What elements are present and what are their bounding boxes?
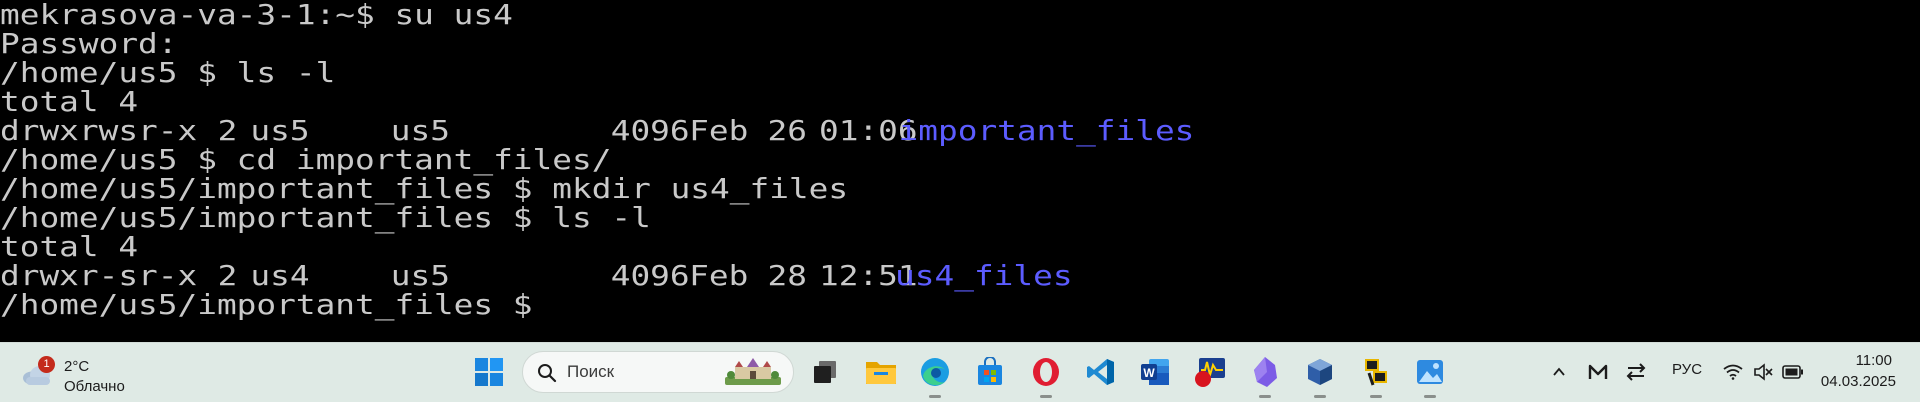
word-icon: W — [1141, 359, 1169, 385]
file-explorer-button[interactable] — [861, 352, 901, 392]
weather-widget[interactable]: 1 2°C Облачно — [18, 351, 138, 395]
terminal-line: mekrasova-va-3-1:~$ su us4 — [0, 0, 513, 31]
running-indicator — [1259, 395, 1271, 398]
edge-button[interactable] — [915, 352, 955, 398]
running-indicator — [1370, 395, 1382, 398]
volume-button[interactable] — [1748, 357, 1778, 387]
start-button[interactable] — [469, 352, 509, 392]
listing-group: us5 — [390, 114, 450, 147]
transfer-arrows-icon — [1626, 363, 1646, 381]
opera-button[interactable] — [1026, 352, 1066, 398]
file-explorer-icon — [866, 362, 896, 384]
virtualbox-icon — [1308, 359, 1332, 385]
clock-time[interactable]: 11:00 — [1826, 352, 1892, 369]
photos-button[interactable] — [1410, 352, 1450, 398]
listing-size: 4096 — [610, 114, 690, 147]
listing-row: drwxr-sr-x 2 us4 us5 4096 Feb 28 12:51 u… — [0, 261, 1920, 290]
terminal-line: total 4 — [0, 230, 139, 263]
listing-links: 2 — [217, 114, 238, 147]
svg-text:W: W — [1143, 366, 1155, 380]
weather-temperature: 2°C — [64, 358, 90, 375]
wifi-icon — [1723, 364, 1743, 380]
taskbar-search[interactable]: Поиск — [522, 351, 794, 393]
listing-group: us5 — [390, 259, 450, 292]
photos-icon — [1417, 360, 1443, 384]
listing-name: us4_files — [895, 259, 1073, 292]
listing-month: Feb — [689, 114, 749, 147]
task-view-button[interactable] — [805, 352, 845, 392]
command-prompt[interactable]: /home/us5/important_files $ — [0, 290, 533, 319]
terminal-window[interactable]: mekrasova-va-3-1:~$ su us4 Password: /ho… — [0, 0, 1920, 342]
terminal-line: total 4 — [0, 85, 139, 118]
monitor-app-button[interactable] — [1190, 352, 1230, 392]
microsoft-store-icon — [978, 357, 1002, 385]
taskbar: 1 2°C Облачно Поиск W РУС 11:00 04.03.20… — [0, 342, 1920, 402]
listing-day: 28 — [767, 259, 807, 292]
speaker-muted-icon — [1754, 363, 1773, 381]
listing-owner: us4 — [250, 259, 310, 292]
search-icon — [538, 364, 557, 383]
task-view-icon — [814, 361, 836, 383]
putty-icon — [1365, 359, 1387, 386]
terminal-line: /home/us5 $ cd important_files/ — [0, 143, 612, 176]
virtualbox-button[interactable] — [1300, 352, 1340, 398]
equalizer-icon — [1588, 364, 1608, 379]
running-indicator — [1424, 395, 1436, 398]
terminal-line: /home/us5 $ ls -l — [0, 56, 336, 89]
monitor-app-icon — [1195, 358, 1225, 387]
terminal-line: /home/us5/important_files $ mkdir us4_fi… — [0, 172, 849, 205]
listing-row: drwxrwsr-x 2 us5 us5 4096 Feb 26 01:06 i… — [0, 116, 1920, 145]
terminal-line: Password: — [0, 27, 178, 60]
microsoft-store-button[interactable] — [970, 352, 1010, 392]
notification-badge: 1 — [38, 356, 55, 373]
opera-icon — [1033, 358, 1059, 386]
battery-button[interactable] — [1778, 357, 1808, 387]
search-highlight-icon — [725, 358, 781, 385]
running-indicator — [929, 395, 941, 398]
listing-size: 4096 — [610, 259, 690, 292]
input-language-indicator[interactable]: РУС — [1672, 361, 1702, 378]
vscode-icon — [1087, 359, 1114, 385]
edge-icon — [921, 358, 949, 386]
obsidian-icon — [1254, 357, 1277, 387]
listing-perms: drwxr-sr-x — [0, 259, 198, 292]
listing-name: important_files — [898, 114, 1195, 147]
weather-condition: Облачно — [64, 378, 125, 395]
obsidian-button[interactable] — [1245, 352, 1285, 398]
clock-date[interactable]: 04.03.2025 — [1820, 373, 1896, 390]
running-indicator — [1314, 395, 1326, 398]
listing-links: 2 — [217, 259, 238, 292]
chevron-up-icon — [1553, 367, 1565, 376]
listing-perms: drwxrwsr-x — [0, 114, 198, 147]
running-indicator — [1040, 395, 1052, 398]
listing-day: 26 — [767, 114, 807, 147]
listing-month: Feb — [689, 259, 749, 292]
show-hidden-icons-button[interactable] — [1544, 357, 1574, 387]
search-placeholder: Поиск — [567, 362, 615, 381]
word-button[interactable]: W — [1135, 352, 1175, 392]
listing-owner: us5 — [250, 114, 310, 147]
putty-button[interactable] — [1356, 352, 1396, 398]
battery-icon — [1782, 365, 1803, 379]
tray-app-button[interactable] — [1583, 357, 1613, 387]
vscode-button[interactable] — [1081, 352, 1121, 392]
terminal-line: /home/us5/important_files $ ls -l — [0, 201, 651, 234]
windows-start-icon — [475, 358, 503, 386]
tray-sync-button[interactable] — [1621, 357, 1651, 387]
network-button[interactable] — [1718, 357, 1748, 387]
